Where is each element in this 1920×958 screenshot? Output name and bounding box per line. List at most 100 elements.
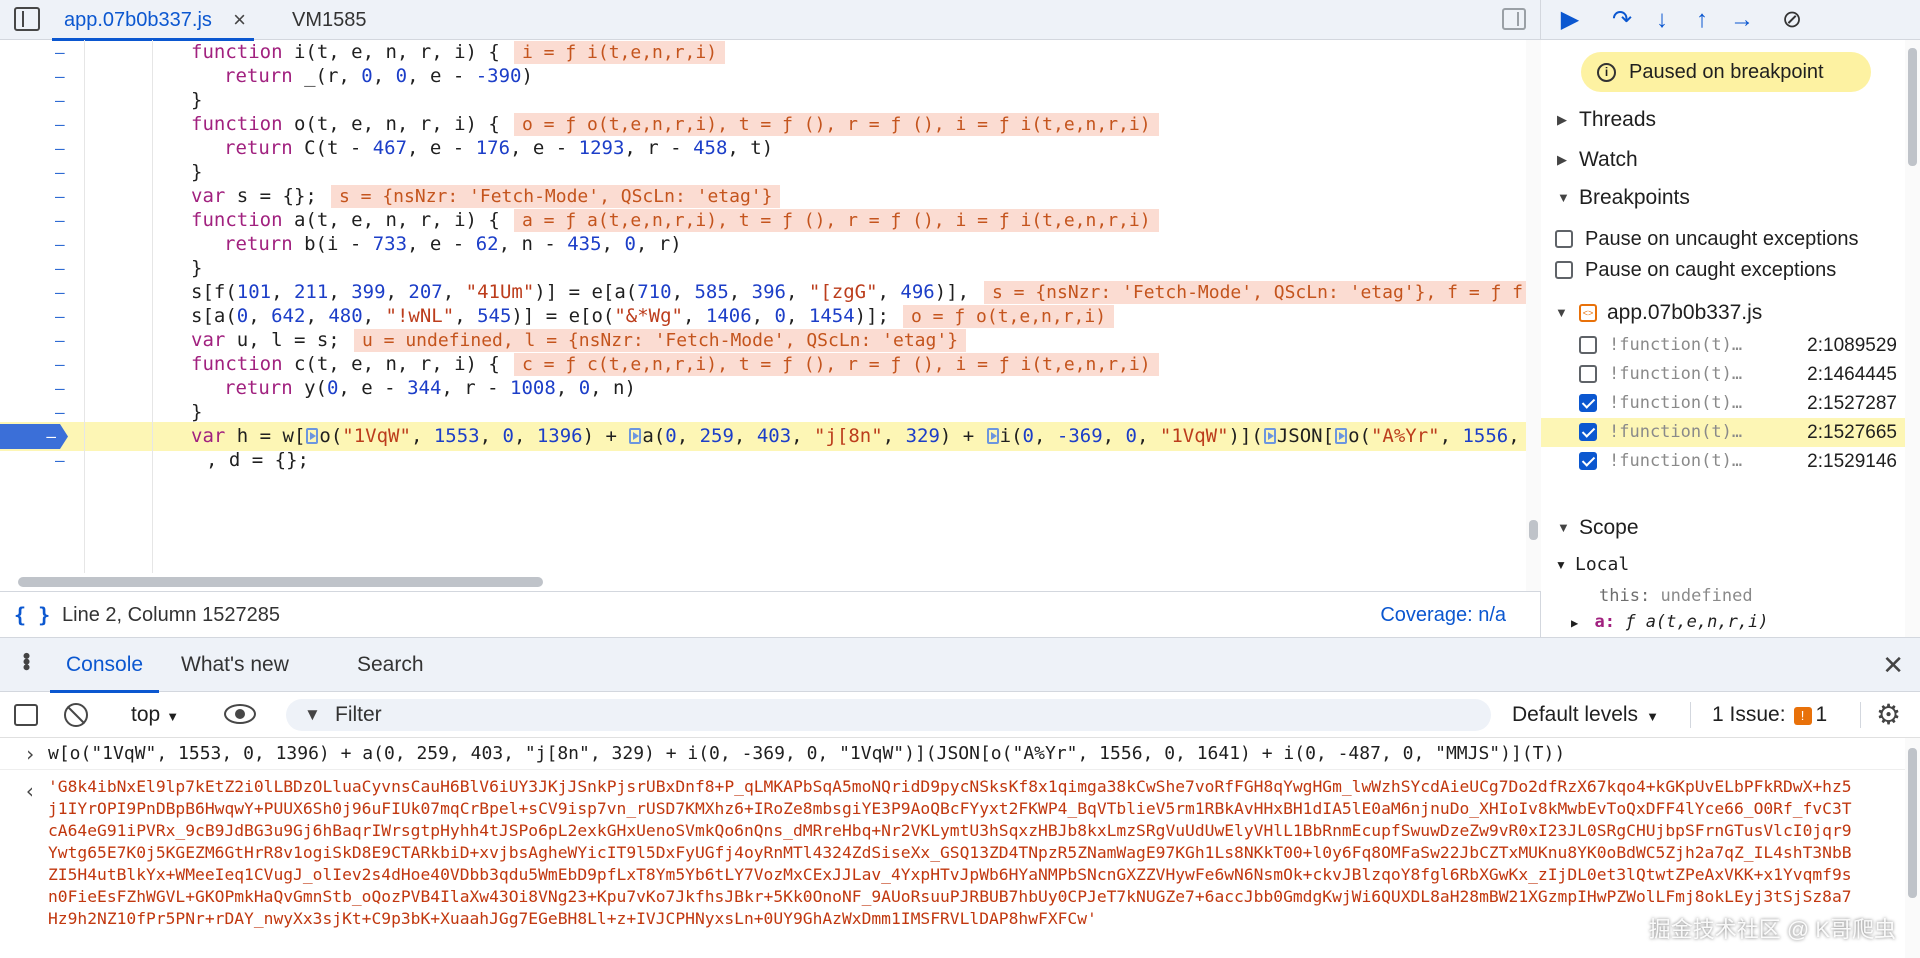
breakpoint-location: 2:1529146 [1807,451,1897,472]
breakpoint-function: !function(t)… [1609,335,1743,355]
inline-value-preview: a = ƒ a(t,e,n,r,i), t = ƒ (), r = ƒ (), … [514,209,1159,232]
scope-section[interactable]: ▼ Scope [1541,510,1905,546]
breakpoint-location: 2:1527287 [1807,393,1897,414]
chevron-down-icon: ▼ [166,709,180,724]
tab-console[interactable]: Console [49,638,160,693]
live-expression-icon[interactable] [224,704,256,724]
step-target-icon[interactable] [306,428,319,444]
toggle-debugger-icon[interactable] [1502,8,1526,30]
sidebar-scrollbar[interactable] [1905,40,1920,637]
breakpoint-location: 2:1089529 [1807,335,1897,356]
scrollbar-thumb[interactable] [1908,48,1917,166]
watermark: 掘金技术社区 @ K哥爬虫 [1648,917,1896,942]
pause-caught-toggle[interactable]: Pause on caught exceptions [1541,255,1905,285]
scope-var-this[interactable]: this: undefined [1599,584,1753,608]
watch-section[interactable]: ▶ Watch [1541,142,1905,178]
breakpoint-item[interactable]: !function(t)… 2:1089529 [1541,331,1905,360]
coverage-link[interactable]: Coverage: n/a [1380,592,1506,638]
breakpoint-function: !function(t)… [1609,451,1743,471]
console-result-string: 'G8k4ibNxEl9lp7kEtZ2i0lLBDzOLluaCyvnsCau… [48,777,1852,928]
inline-value-preview: u = undefined, l = {nsNzr: 'Fetch-Mode',… [354,329,967,352]
breakpoint-item[interactable]: !function(t)… 2:1529146 [1541,447,1905,476]
scrollbar-thumb[interactable] [18,577,543,587]
threads-section[interactable]: ▶ Threads [1541,102,1905,138]
inline-value-preview: s = {nsNzr: 'Fetch-Mode', QScLn: 'etag'}… [984,281,1526,304]
inline-value-preview: c = ƒ c(t,e,n,r,i), t = ƒ (), r = ƒ (), … [514,353,1159,376]
more-tools-icon[interactable]: ••• [14,652,39,669]
scope-var-a[interactable]: ▶ a: ƒ a(t,e,n,r,i) [1571,610,1769,634]
breakpoint-item[interactable]: !function(t)… 2:1527287 [1541,389,1905,418]
breakpoint-checkbox[interactable] [1579,452,1597,470]
sidebar-toggle-icon[interactable] [14,704,38,726]
settings-gear-icon[interactable]: ⚙ [1876,692,1901,738]
source-editor: app.07b0b337.js × VM1585 – function i(t, … [0,0,1541,637]
drawer-tab-bar: ••• Console What's new Search ✕ [0,638,1920,693]
console-scrollbar[interactable] [1905,738,1920,958]
issues-button[interactable]: 1 Issue:! 1 [1712,692,1827,738]
debugger-sidebar: ▶︎ ↷ ↓ ↑ → ⊘ i Paused on breakpoint ▶ Th… [1541,0,1920,637]
resume-icon[interactable]: ▶︎ [1555,6,1585,34]
step-target-icon[interactable] [629,428,642,444]
inline-value-preview: s = {nsNzr: 'Fetch-Mode', QScLn: 'etag'} [331,185,781,208]
pretty-print-icon[interactable]: { } [14,592,50,638]
file-tab-label: app.07b0b337.js [64,9,212,31]
paused-banner: i Paused on breakpoint [1581,52,1871,92]
breakpoint-checkbox[interactable] [1579,336,1597,354]
pause-uncaught-toggle[interactable]: Pause on uncaught exceptions [1541,224,1905,254]
step-target-icon[interactable] [1263,428,1276,444]
chevron-down-icon: ▼ [1646,709,1659,724]
log-levels-dropdown[interactable]: Default levels ▼ [1512,692,1659,740]
step-out-icon[interactable]: ↑ [1687,6,1717,34]
console-input-message[interactable]: › w[o("1VqW", 1553, 0, 1396) + a(0, 259,… [0,738,1920,770]
breakpoints-section[interactable]: ▼ Breakpoints [1541,180,1905,216]
step-target-icon[interactable] [986,428,999,444]
code-view[interactable]: – function i(t, e, n, r, i) {i = ƒ i(t,e,… [0,40,1526,573]
context-selector[interactable]: top ▼ [131,692,179,740]
toggle-navigator-icon[interactable] [14,7,40,31]
step-icon[interactable]: → [1727,6,1757,34]
breakpoint-function: !function(t)… [1609,393,1743,413]
step-over-icon[interactable]: ↷ [1607,6,1637,34]
console-result-message[interactable]: ‹ 'G8k4ibNxEl9lp7kEtZ2i0lLBDzOLluaCyvnsC… [0,771,1905,958]
line-gutter[interactable]: – [55,446,65,475]
file-tab[interactable]: VM1585 [292,0,367,40]
filter-input[interactable]: ▼ Filter [286,699,1491,731]
step-into-icon[interactable]: ↓ [1647,6,1677,34]
file-tab-label: VM1585 [292,9,367,31]
inline-value-preview: i = ƒ i(t,e,n,r,i) [514,41,726,64]
clear-console-icon[interactable] [64,703,88,727]
close-tab-icon[interactable]: × [233,0,246,40]
breakpoint-function: !function(t)… [1609,364,1743,384]
inline-value-preview: o = ƒ o(t,e,n,r,i), t = ƒ (), r = ƒ (), … [514,113,1159,136]
breakpoint-item[interactable]: !function(t)… 2:1527665 [1541,418,1905,447]
checkbox[interactable] [1555,230,1573,248]
step-target-icon[interactable] [1335,428,1348,444]
collapse-icon: ▼ [1557,520,1570,535]
collapse-icon: ▼ [1557,190,1570,205]
breakpoint-file-group[interactable]: ▼ <> app.07b0b337.js [1541,296,1905,330]
code-line[interactable]: – , d = {}; [0,446,1526,475]
expand-icon: ▶ [1557,112,1567,127]
deactivate-breakpoints-icon[interactable]: ⊘ [1777,6,1807,34]
scrollbar-thumb[interactable] [1908,748,1917,898]
divider [1860,702,1861,728]
tab-whats-new[interactable]: What's new [181,638,289,692]
scrollbar-thumb[interactable] [1529,520,1538,540]
vertical-scrollbar[interactable] [1526,40,1541,591]
horizontal-scrollbar[interactable] [0,573,1526,591]
breakpoint-checkbox[interactable] [1579,365,1597,383]
tab-search[interactable]: Search [357,638,424,692]
close-drawer-icon[interactable]: ✕ [1882,650,1904,681]
breakpoint-checkbox[interactable] [1579,423,1597,441]
filter-icon: ▼ [304,705,321,724]
collapse-icon: ▼ [1555,305,1568,320]
breakpoint-item[interactable]: !function(t)… 2:1464445 [1541,360,1905,389]
checkbox[interactable] [1555,261,1573,279]
breakpoint-checkbox[interactable] [1579,394,1597,412]
file-tab-active[interactable]: app.07b0b337.js × [52,0,254,41]
info-icon: i [1597,63,1616,82]
console-toolbar: top ▼ ▼ Filter Default levels ▼ 1 Issue:! 1… [0,692,1920,738]
collapse-icon: ▼ [1555,558,1567,572]
code-text: , d = {}; [206,449,309,471]
breakpoint-location: 2:1464445 [1807,364,1897,385]
